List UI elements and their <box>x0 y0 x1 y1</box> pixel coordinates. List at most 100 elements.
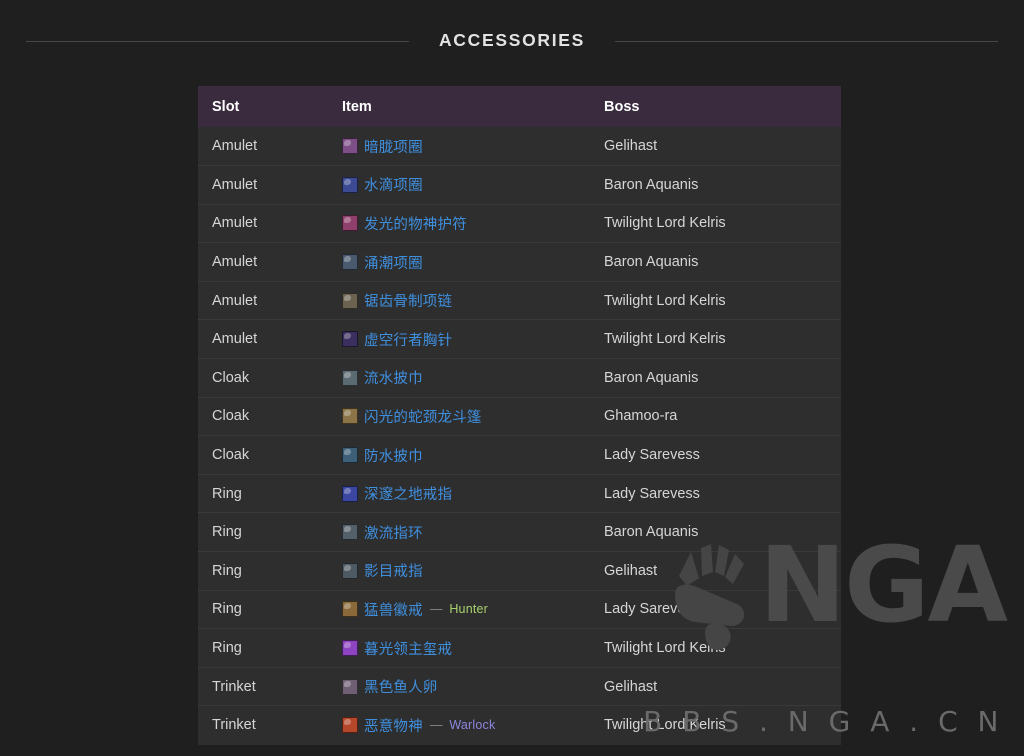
item-icon <box>342 292 358 309</box>
table-row: Ring 暮光领主玺戒 Twilight Lord Kelris <box>198 628 841 668</box>
item-link[interactable]: 影目戒指 <box>364 560 423 581</box>
item-icon <box>342 331 358 348</box>
table-row: Amulet 发光的物神护符 Twilight Lord Kelris <box>198 203 841 243</box>
table-row: Cloak 闪光的蛇颈龙斗篷 Ghamoo-ra <box>198 396 841 436</box>
table-header: Slot Item Boss <box>198 86 841 127</box>
page-root: ACCESSORIES Slot Item Boss Amulet 暗胧项圈 Gel… <box>0 0 1024 756</box>
column-header-item[interactable]: Item <box>328 86 590 127</box>
item-entry: 防水披巾 <box>342 445 590 466</box>
cell-item: 恶意物神 — Warlock <box>328 705 590 745</box>
cell-slot: Ring <box>198 628 328 668</box>
cell-slot: Ring <box>198 589 328 629</box>
cell-boss: Twilight Lord Kelris <box>590 705 841 745</box>
table-row: Cloak 防水披巾 Lady Sarevess <box>198 435 841 475</box>
cell-boss: Baron Aquanis <box>590 242 841 282</box>
class-tag: Warlock <box>449 718 496 733</box>
cell-item: 深邃之地戒指 <box>328 473 590 513</box>
cell-item: 涌潮项圈 <box>328 242 590 282</box>
page-title: ACCESSORIES <box>438 30 586 51</box>
table-body: Amulet 暗胧项圈 Gelihast Amulet 水滴项圈 Baron Aquani… <box>198 127 841 745</box>
item-icon <box>342 369 358 386</box>
table-row: Ring 深邃之地戒指 Lady Sarevess <box>198 473 841 513</box>
item-link[interactable]: 涌潮项圈 <box>364 252 423 273</box>
item-entry: 黑色鱼人卵 <box>342 676 590 697</box>
table-row: Amulet 水滴项圈 Baron Aquanis <box>198 165 841 205</box>
column-header-boss[interactable]: Boss <box>590 86 841 127</box>
cell-slot: Ring <box>198 473 328 513</box>
loot-table: Slot Item Boss Amulet 暗胧项圈 Gelihast Amulet 水… <box>198 86 841 745</box>
cell-slot: Amulet <box>198 319 328 359</box>
cell-slot: Ring <box>198 512 328 552</box>
cell-boss: Twilight Lord Kelris <box>590 280 841 320</box>
table-row: Trinket 黑色鱼人卵 Gelihast <box>198 666 841 706</box>
table-row: Trinket 恶意物神 — Warlock Twilight Lord Kelris <box>198 705 841 745</box>
table-row: Amulet 锯齿骨制项链 Twilight Lord Kelris <box>198 280 841 320</box>
item-entry: 锯齿骨制项链 <box>342 290 590 311</box>
item-link[interactable]: 恶意物神 <box>364 715 423 736</box>
cell-item: 发光的物神护符 <box>328 203 590 243</box>
cell-boss: Gelihast <box>590 666 841 706</box>
item-icon <box>342 640 358 657</box>
item-entry: 闪光的蛇颈龙斗篷 <box>342 406 590 427</box>
cell-boss: Gelihast <box>590 551 841 591</box>
item-link[interactable]: 发光的物神护符 <box>364 213 467 234</box>
cell-boss: Lady Sarevess <box>590 589 841 629</box>
cell-slot: Ring <box>198 551 328 591</box>
cell-item: 影目戒指 <box>328 551 590 591</box>
item-icon <box>342 717 358 734</box>
item-icon <box>342 215 358 232</box>
table-row: Amulet 暗胧项圈 Gelihast <box>198 127 841 166</box>
cell-item: 水滴项圈 <box>328 165 590 205</box>
table-row: Ring 影目戒指 Gelihast <box>198 551 841 591</box>
cell-boss: Gelihast <box>590 127 841 166</box>
item-icon <box>342 138 358 155</box>
item-entry: 猛兽徽戒 — Hunter <box>342 599 590 620</box>
item-link[interactable]: 暮光领主玺戒 <box>364 638 452 659</box>
cell-slot: Amulet <box>198 242 328 282</box>
cell-boss: Twilight Lord Kelris <box>590 628 841 668</box>
cell-item: 流水披巾 <box>328 358 590 398</box>
cell-slot: Trinket <box>198 666 328 706</box>
cell-item: 暮光领主玺戒 <box>328 628 590 668</box>
table-header-row: Slot Item Boss <box>198 86 841 127</box>
class-tag-dash: — <box>429 718 443 733</box>
item-entry: 恶意物神 — Warlock <box>342 715 590 736</box>
item-link[interactable]: 水滴项圈 <box>364 174 423 195</box>
item-link[interactable]: 猛兽徽戒 <box>364 599 423 620</box>
item-link[interactable]: 黑色鱼人卵 <box>364 676 438 697</box>
item-link[interactable]: 防水披巾 <box>364 445 423 466</box>
table-row: Ring 猛兽徽戒 — Hunter Lady Sarevess <box>198 589 841 629</box>
item-entry: 虚空行者胸针 <box>342 329 590 350</box>
item-link[interactable]: 暗胧项圈 <box>364 136 423 157</box>
item-entry: 涌潮项圈 <box>342 252 590 273</box>
cell-boss: Ghamoo-ra <box>590 396 841 436</box>
item-link[interactable]: 激流指环 <box>364 522 423 543</box>
item-entry: 水滴项圈 <box>342 174 590 195</box>
section-header: ACCESSORIES <box>26 26 998 56</box>
cell-item: 闪光的蛇颈龙斗篷 <box>328 396 590 436</box>
item-icon <box>342 678 358 695</box>
cell-item: 虚空行者胸针 <box>328 319 590 359</box>
cell-slot: Cloak <box>198 358 328 398</box>
class-tag-dash: — <box>429 602 443 617</box>
column-header-slot[interactable]: Slot <box>198 86 328 127</box>
cell-item: 激流指环 <box>328 512 590 552</box>
item-link[interactable]: 深邃之地戒指 <box>364 483 452 504</box>
item-entry: 影目戒指 <box>342 560 590 581</box>
cell-boss: Lady Sarevess <box>590 435 841 475</box>
divider-left <box>26 40 409 42</box>
class-tag: Hunter <box>449 602 489 617</box>
item-link[interactable]: 闪光的蛇颈龙斗篷 <box>364 406 482 427</box>
item-link[interactable]: 流水披巾 <box>364 367 423 388</box>
item-link[interactable]: 锯齿骨制项链 <box>364 290 452 311</box>
cell-boss: Baron Aquanis <box>590 358 841 398</box>
cell-item: 锯齿骨制项链 <box>328 280 590 320</box>
item-icon <box>342 176 358 193</box>
table-row: Amulet 虚空行者胸针 Twilight Lord Kelris <box>198 319 841 359</box>
cell-boss: Baron Aquanis <box>590 165 841 205</box>
item-link[interactable]: 虚空行者胸针 <box>364 329 452 350</box>
loot-table-container: Slot Item Boss Amulet 暗胧项圈 Gelihast Amulet 水… <box>198 86 841 745</box>
cell-item: 暗胧项圈 <box>328 127 590 166</box>
item-entry: 激流指环 <box>342 522 590 543</box>
cell-slot: Amulet <box>198 165 328 205</box>
